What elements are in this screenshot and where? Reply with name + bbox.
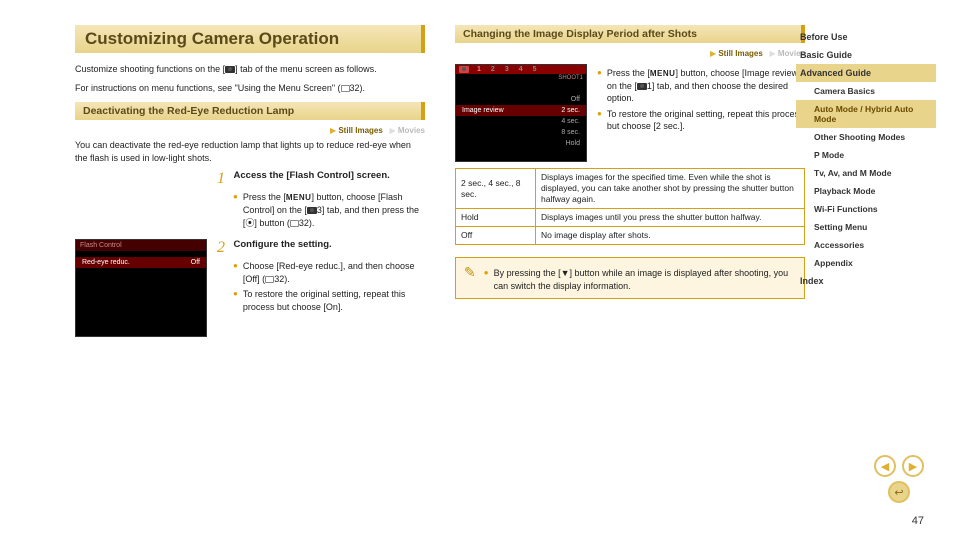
step-2-title: Configure the setting.: [234, 239, 332, 250]
step-2-bullet-1: Choose [Red-eye reduc.], and then choose…: [243, 260, 425, 285]
book-icon: [341, 85, 350, 92]
table-row: 2 sec., 4 sec., 8 sec.Displays images fo…: [456, 169, 805, 209]
page-title: Customizing Camera Operation: [85, 29, 411, 49]
step-2-number: 2: [217, 239, 231, 257]
table-row: OffNo image display after shots.: [456, 227, 805, 245]
intro-1: Customize shooting functions on the [] t…: [75, 63, 425, 76]
step-1-bullet-1: Press the [MENU] button, choose [Flash C…: [243, 191, 425, 229]
camera-icon: [225, 66, 235, 73]
intro-2: For instructions on menu functions, see …: [75, 82, 425, 95]
left-column: Customizing Camera Operation Customize s…: [75, 25, 425, 337]
lcd-flash-control: Flash Control Red-eye reduc.Off: [75, 239, 207, 337]
section-2-header: Changing the Image Display Period after …: [455, 25, 805, 43]
book-icon: [290, 220, 299, 227]
table-row: HoldDisplays images until you press the …: [456, 209, 805, 227]
sidebar-nav: Before Use Basic Guide Advanced Guide Ca…: [796, 28, 936, 290]
note-box: ✎ ● By pressing the [▼] button while an …: [455, 257, 805, 299]
options-table: 2 sec., 4 sec., 8 sec.Displays images fo…: [455, 168, 805, 245]
sidebar-item-before-use[interactable]: Before Use: [796, 28, 936, 46]
media-indicator-1: ▶ Still Images ▶ Movies: [75, 126, 425, 135]
note-text: By pressing the [▼] button while an imag…: [494, 267, 796, 292]
camera-icon: [637, 83, 647, 90]
sidebar-item-other-modes[interactable]: Other Shooting Modes: [796, 128, 936, 146]
sidebar-item-auto-mode[interactable]: Auto Mode / Hybrid Auto Mode: [796, 100, 936, 128]
sidebar-item-advanced-guide[interactable]: Advanced Guide: [796, 64, 936, 82]
sidebar-item-tv-av-m[interactable]: Tv, Av, and M Mode: [796, 164, 936, 182]
right-column: Changing the Image Display Period after …: [455, 25, 805, 337]
sidebar-item-appendix[interactable]: Appendix: [796, 254, 936, 272]
sidebar-item-camera-basics[interactable]: Camera Basics: [796, 82, 936, 100]
media-indicator-2: ▶ Still Images ▶ Movies: [455, 49, 805, 58]
sidebar-item-setting-menu[interactable]: Setting Menu: [796, 218, 936, 236]
page-number: 47: [912, 515, 924, 527]
sidebar-item-p-mode[interactable]: P Mode: [796, 146, 936, 164]
section-1-header: Deactivating the Red-Eye Reduction Lamp: [75, 102, 425, 120]
section-2-bullet-2: To restore the original setting, repeat …: [607, 108, 805, 133]
camera-icon: [307, 207, 317, 214]
sidebar-item-accessories[interactable]: Accessories: [796, 236, 936, 254]
step-2-bullet-2: To restore the original setting, repeat …: [243, 288, 425, 313]
lcd-image-review: 12345 SHOOT1 Off Image review2 sec. 4 se…: [455, 64, 587, 162]
nav-buttons: ◀ ▶ ↩: [874, 455, 924, 507]
sidebar-item-basic-guide[interactable]: Basic Guide: [796, 46, 936, 64]
prev-page-button[interactable]: ◀: [874, 455, 896, 477]
return-button[interactable]: ↩: [888, 481, 910, 503]
book-icon: [265, 276, 274, 283]
step-1-number: 1: [217, 170, 231, 188]
pencil-icon: ✎: [464, 264, 476, 292]
step-1-title: Access the [Flash Control] screen.: [234, 170, 390, 181]
sidebar-item-index[interactable]: Index: [796, 272, 936, 290]
section-2-bullet-1: Press the [MENU] button, choose [Image r…: [607, 67, 805, 105]
sidebar-item-wifi[interactable]: Wi-Fi Functions: [796, 200, 936, 218]
section-1-text: You can deactivate the red-eye reduction…: [75, 139, 425, 164]
page-title-bar: Customizing Camera Operation: [75, 25, 425, 53]
sidebar-item-playback[interactable]: Playback Mode: [796, 182, 936, 200]
next-page-button[interactable]: ▶: [902, 455, 924, 477]
